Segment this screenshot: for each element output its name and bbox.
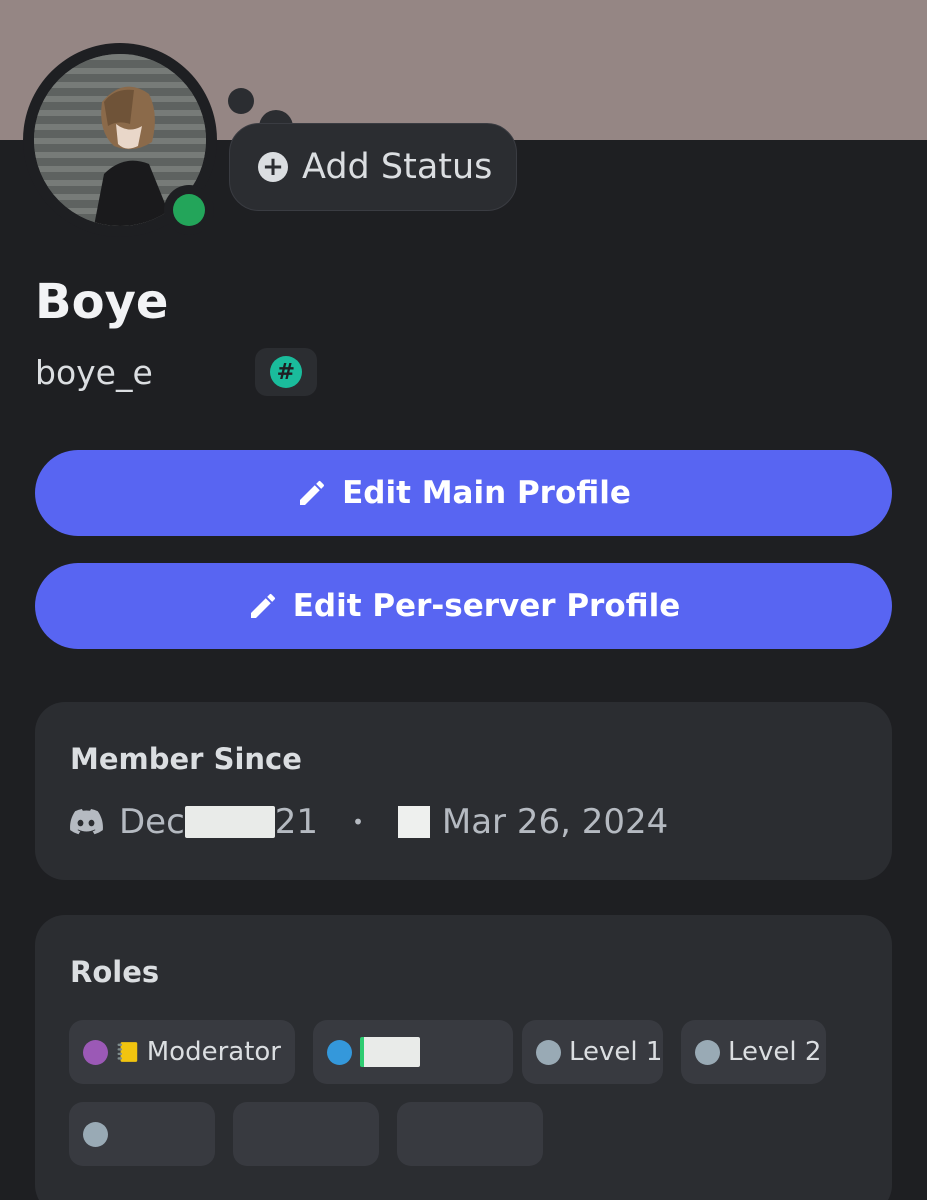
server-join-date: Mar 26, 2024 <box>441 802 669 842</box>
username: boye_e <box>35 352 153 392</box>
role-color-dot <box>536 1039 561 1065</box>
member-since-title: Member Since <box>70 742 302 776</box>
member-since-card: Member Since Dec 21 • Mar 26, 2024 <box>35 702 892 880</box>
role-chip-level-1[interactable]: Level 1 <box>522 1020 663 1084</box>
server-icon <box>397 806 430 838</box>
edit-main-profile-button[interactable]: Edit Main Profile <box>35 450 892 536</box>
profile-screen: + Add Status Boye boye_e # Edit Main Pro… <box>0 0 927 1200</box>
role-chip-redacted[interactable] <box>313 1020 513 1084</box>
add-status-button[interactable]: + Add Status <box>229 123 517 211</box>
roles-card: Roles Moderator Level 1 Level 2 <box>35 915 892 1200</box>
redacted-role-name <box>360 1037 420 1067</box>
role-color-dot <box>83 1121 108 1147</box>
separator-dot: • <box>352 810 364 834</box>
display-name: Boye <box>35 274 169 330</box>
role-color-dot <box>83 1039 108 1065</box>
role-name: Level 2 <box>728 1037 822 1067</box>
member-since-row: Dec 21 • Mar 26, 2024 <box>69 802 668 842</box>
edit-per-server-profile-label: Edit Per-server Profile <box>292 588 681 624</box>
pencil-icon <box>296 477 328 509</box>
plus-circle-icon: + <box>258 152 288 182</box>
online-status-indicator <box>173 194 205 226</box>
notepad-icon <box>117 1042 138 1062</box>
add-status-label: Add Status <box>302 147 493 187</box>
username-row: boye_e # <box>35 348 317 396</box>
role-color-dot <box>695 1039 720 1065</box>
role-color-dot <box>327 1039 352 1065</box>
role-name: Moderator <box>146 1037 281 1067</box>
discord-logo-icon <box>70 809 103 835</box>
role-chip-level-2[interactable]: Level 2 <box>681 1020 826 1084</box>
discord-join-date-start: Dec <box>119 802 185 842</box>
bubble-dot-small <box>228 88 254 114</box>
pencil-icon <box>247 590 279 622</box>
redacted-area <box>169 355 239 389</box>
role-name: Level 1 <box>569 1037 663 1067</box>
role-chip-moderator[interactable]: Moderator <box>69 1020 295 1084</box>
profile-badge[interactable]: # <box>254 348 317 396</box>
edit-main-profile-label: Edit Main Profile <box>342 475 631 511</box>
hashtag-badge-icon: # <box>269 356 302 388</box>
discord-join-date-end: 21 <box>274 802 319 842</box>
roles-title: Roles <box>70 955 160 989</box>
redacted-date <box>184 806 275 838</box>
role-chip-redacted[interactable] <box>69 1102 215 1166</box>
role-chip-redacted[interactable] <box>397 1102 543 1166</box>
role-chip-redacted[interactable] <box>233 1102 379 1166</box>
edit-per-server-profile-button[interactable]: Edit Per-server Profile <box>35 563 892 649</box>
